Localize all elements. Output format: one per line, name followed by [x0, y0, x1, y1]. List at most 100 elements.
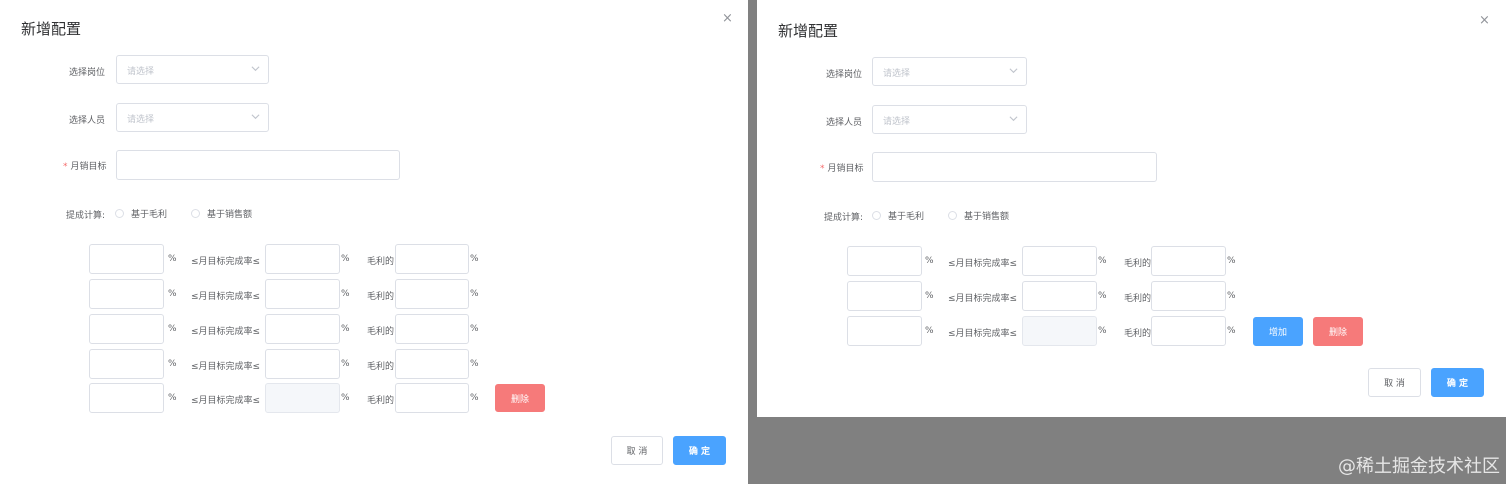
percent-unit: %: [470, 393, 479, 403]
percent-unit: %: [925, 256, 934, 266]
tier-max-input[interactable]: [265, 314, 340, 344]
percent-unit: %: [925, 291, 934, 301]
dialog-title: 新增配置: [21, 20, 82, 38]
cancel-button[interactable]: 取 消: [611, 436, 663, 465]
percent-unit: %: [341, 254, 350, 264]
chevron-down-icon: [1009, 68, 1018, 74]
completion-rate-label: ≤月目标完成率≤: [191, 327, 261, 337]
radio-circle: [948, 211, 957, 220]
tier-max-input[interactable]: [1022, 246, 1097, 276]
required-mark: *: [63, 162, 68, 172]
percent-unit: %: [470, 289, 479, 299]
percent-unit: %: [341, 359, 350, 369]
radio-sales[interactable]: 基于销售额: [948, 209, 1009, 222]
confirm-button[interactable]: 确 定: [673, 436, 726, 465]
tier-max-input[interactable]: [1022, 281, 1097, 311]
percent-unit: %: [341, 324, 350, 334]
cancel-button[interactable]: 取 消: [1368, 368, 1421, 397]
position-placeholder: 请选择: [883, 69, 911, 79]
percent-unit: %: [1098, 291, 1107, 301]
person-select[interactable]: 请选择: [872, 105, 1027, 134]
tier-max-input[interactable]: [265, 349, 340, 379]
target-label: * 月销目标: [63, 159, 107, 172]
tier-max-input-disabled: [1022, 316, 1097, 346]
radio-circle: [115, 209, 124, 218]
percent-unit: %: [168, 254, 177, 264]
close-icon[interactable]: ×: [1479, 13, 1490, 28]
percent-unit: %: [1227, 256, 1236, 266]
percent-unit: %: [470, 324, 479, 334]
radio-sales-label: 基于销售额: [964, 212, 1010, 222]
position-select[interactable]: 请选择: [116, 55, 269, 84]
close-icon[interactable]: ×: [722, 11, 733, 26]
tier-min-input[interactable]: [89, 349, 164, 379]
completion-rate-label: ≤月目标完成率≤: [191, 362, 261, 372]
radio-gross-profit[interactable]: 基于毛利: [115, 207, 167, 220]
tier-rate-input[interactable]: [395, 314, 469, 344]
person-label: 选择人员: [826, 118, 863, 128]
completion-rate-label: ≤月目标完成率≤: [948, 259, 1018, 269]
completion-rate-label: ≤月目标完成率≤: [191, 257, 261, 267]
profit-label: 毛利的: [1124, 259, 1152, 269]
percent-unit: %: [341, 393, 350, 403]
tier-min-input[interactable]: [89, 383, 164, 413]
add-config-dialog-2: 新增配置 × 选择岗位 请选择 选择人员 请选择 * 月销目标 提成计算: 基于毛…: [757, 0, 1506, 417]
tier-min-input[interactable]: [89, 279, 164, 309]
chevron-down-icon: [251, 66, 260, 72]
watermark: @稀土掘金技术社区: [1338, 456, 1500, 477]
profit-label: 毛利的: [1124, 294, 1152, 304]
tier-max-input-disabled: [265, 383, 340, 413]
tier-min-input[interactable]: [89, 314, 164, 344]
person-placeholder: 请选择: [127, 115, 155, 125]
profit-label: 毛利的: [367, 327, 395, 337]
tier-rate-input[interactable]: [1151, 316, 1226, 346]
percent-unit: %: [168, 393, 177, 403]
tier-min-input[interactable]: [847, 246, 922, 276]
chevron-down-icon: [1009, 116, 1018, 122]
tier-min-input[interactable]: [847, 281, 922, 311]
completion-rate-label: ≤月目标完成率≤: [191, 292, 261, 302]
commission-label: 提成计算:: [66, 211, 106, 221]
tier-max-input[interactable]: [265, 279, 340, 309]
target-input[interactable]: [872, 152, 1157, 182]
radio-gross-profit-label: 基于毛利: [888, 212, 925, 222]
radio-gross-profit-label: 基于毛利: [131, 210, 168, 220]
dialog-title: 新增配置: [778, 22, 839, 40]
profit-label: 毛利的: [367, 396, 395, 406]
profit-label: 毛利的: [367, 292, 395, 302]
add-tier-button[interactable]: 增加: [1253, 317, 1303, 346]
percent-unit: %: [470, 254, 479, 264]
position-label: 选择岗位: [826, 70, 863, 80]
target-label-text: 月销目标: [827, 164, 864, 174]
chevron-down-icon: [251, 114, 260, 120]
tier-rate-input[interactable]: [1151, 281, 1226, 311]
tier-min-input[interactable]: [89, 244, 164, 274]
percent-unit: %: [1098, 326, 1107, 336]
position-select[interactable]: 请选择: [872, 57, 1027, 86]
tier-max-input[interactable]: [265, 244, 340, 274]
profit-label: 毛利的: [367, 257, 395, 267]
person-select[interactable]: 请选择: [116, 103, 269, 132]
radio-sales[interactable]: 基于销售额: [191, 207, 252, 220]
position-placeholder: 请选择: [127, 67, 155, 77]
commission-label: 提成计算:: [824, 213, 864, 223]
completion-rate-label: ≤月目标完成率≤: [948, 329, 1018, 339]
radio-gross-profit[interactable]: 基于毛利: [872, 209, 924, 222]
target-input[interactable]: [116, 150, 400, 180]
delete-tier-button[interactable]: 删除: [1313, 317, 1363, 346]
required-mark: *: [820, 164, 825, 174]
person-label: 选择人员: [69, 116, 106, 126]
profit-label: 毛利的: [367, 362, 395, 372]
tier-rate-input[interactable]: [395, 244, 469, 274]
tier-rate-input[interactable]: [1151, 246, 1226, 276]
completion-rate-label: ≤月目标完成率≤: [191, 396, 261, 406]
confirm-button[interactable]: 确 定: [1431, 368, 1484, 397]
tier-rate-input[interactable]: [395, 349, 469, 379]
radio-sales-label: 基于销售额: [207, 210, 253, 220]
tier-min-input[interactable]: [847, 316, 922, 346]
target-label-text: 月销目标: [70, 162, 107, 172]
tier-rate-input[interactable]: [395, 383, 469, 413]
delete-tier-button[interactable]: 删除: [495, 384, 545, 412]
profit-label: 毛利的: [1124, 329, 1152, 339]
tier-rate-input[interactable]: [395, 279, 469, 309]
